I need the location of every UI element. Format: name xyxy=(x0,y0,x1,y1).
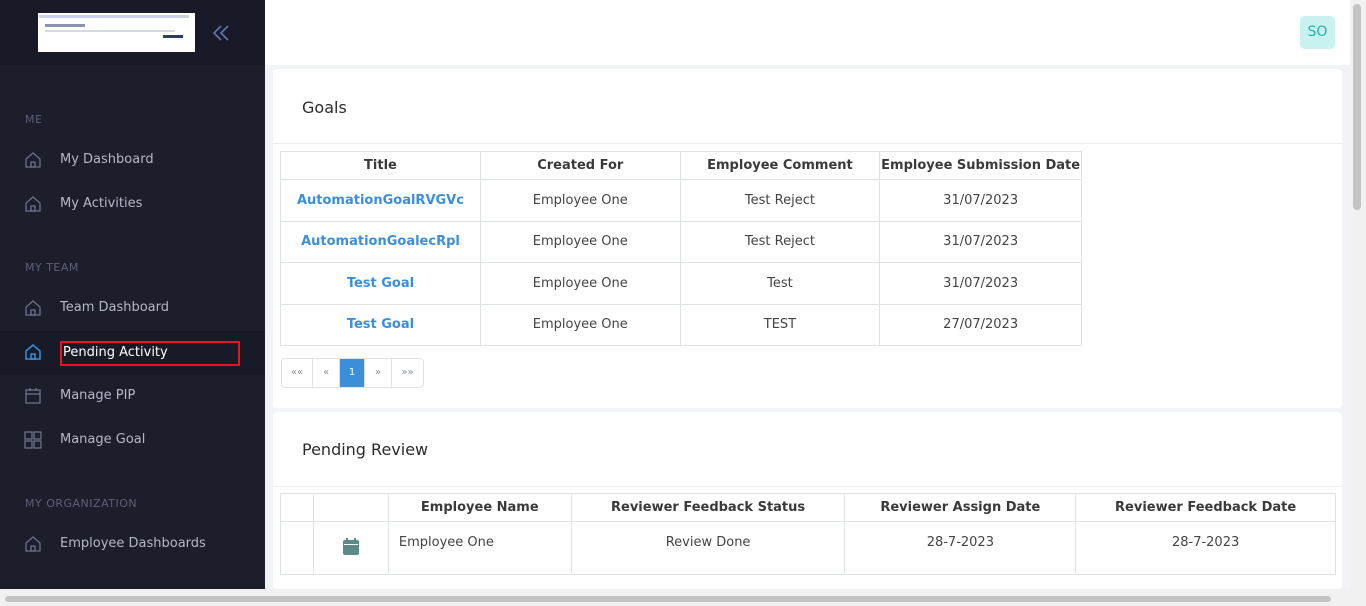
page-1-button[interactable]: 1 xyxy=(340,359,365,387)
table-cell: TEST xyxy=(679,303,881,346)
table-cell: Test Reject xyxy=(679,179,881,222)
highlight-box xyxy=(60,341,240,366)
sidebar-item-label: My Activities xyxy=(60,196,143,211)
table-row: AutomationGoalRVGVc Employee One Test Re… xyxy=(280,179,1082,222)
sidebar-item-pending-activity[interactable]: Pending Activity xyxy=(0,331,265,375)
table-cell: 31/07/2023 xyxy=(879,220,1082,263)
table-cell xyxy=(280,521,314,575)
grid-icon xyxy=(24,431,42,449)
column-header[interactable]: Reviewer Feedback Status xyxy=(570,493,846,522)
table-cell: Employee One xyxy=(479,303,681,346)
sidebar-item-label: Employee Dashboards xyxy=(60,536,206,551)
goal-title-link[interactable]: Test Goal xyxy=(280,303,481,346)
sidebar-item-label: My Dashboard xyxy=(60,152,154,167)
column-header[interactable]: Reviewer Feedback Date xyxy=(1075,493,1336,522)
divider xyxy=(273,143,1342,144)
sidebar-item-employee-dashboards[interactable]: Employee Dashboards xyxy=(0,523,265,567)
column-header[interactable]: Employee Name xyxy=(387,493,572,522)
section-label-my-team: MY TEAM xyxy=(25,261,79,274)
column-header[interactable]: Created For xyxy=(479,151,681,180)
table-cell: Employee One xyxy=(479,220,681,263)
column-header[interactable]: Employee Comment xyxy=(679,151,881,180)
goals-table: Title Created For Employee Comment Emplo… xyxy=(280,151,1082,346)
section-label-me: ME xyxy=(25,113,43,126)
goals-title: Goals xyxy=(302,98,347,117)
horizontal-scrollbar-thumb[interactable] xyxy=(5,596,1331,602)
calendar-icon[interactable] xyxy=(342,538,359,555)
prev-page-button[interactable]: « xyxy=(313,359,340,387)
sidebar-item-label: Manage PIP xyxy=(60,388,136,403)
table-cell: 28-7-2023 xyxy=(844,521,1077,575)
vertical-scrollbar-thumb[interactable] xyxy=(1353,4,1361,210)
pending-review-title: Pending Review xyxy=(302,440,429,459)
table-row: Test Goal Employee One TEST 27/07/2023 xyxy=(280,303,1082,346)
table-cell xyxy=(312,521,389,575)
table-cell: 31/07/2023 xyxy=(879,262,1082,305)
pagination: «« « 1 » »» xyxy=(281,358,424,388)
column-header xyxy=(312,493,389,522)
home-icon xyxy=(25,152,41,168)
goal-title-link[interactable]: AutomationGoalecRpl xyxy=(280,220,481,263)
home-icon xyxy=(25,300,41,316)
home-icon xyxy=(25,196,41,212)
home-icon xyxy=(25,536,41,552)
table-cell: Employee One xyxy=(479,179,681,222)
first-page-button[interactable]: «« xyxy=(282,359,313,387)
table-cell: Employee One xyxy=(387,521,572,575)
table-cell: Review Done xyxy=(570,521,846,575)
goal-title-link[interactable]: AutomationGoalRVGVc xyxy=(280,179,481,222)
table-row: Employee One Review Done 28-7-2023 28-7-… xyxy=(280,521,1336,575)
home-icon xyxy=(25,344,41,360)
top-header: SO xyxy=(265,0,1350,65)
table-row: Test Goal Employee One Test 31/07/2023 xyxy=(280,262,1082,305)
sidebar-item-my-activities[interactable]: My Activities xyxy=(0,183,265,227)
table-cell: Employee One xyxy=(479,262,681,305)
table-cell: Test Reject xyxy=(679,220,881,263)
last-page-button[interactable]: »» xyxy=(392,359,423,387)
column-header[interactable]: Reviewer Assign Date xyxy=(844,493,1077,522)
divider xyxy=(273,486,1342,487)
calendar-icon xyxy=(25,388,41,404)
sidebar-item-label: Team Dashboard xyxy=(60,300,170,315)
column-header[interactable]: Title xyxy=(280,151,481,180)
next-page-button[interactable]: » xyxy=(365,359,392,387)
goal-title-link[interactable]: Test Goal xyxy=(280,262,481,305)
user-avatar[interactable]: SO xyxy=(1300,16,1335,49)
table-cell: 31/07/2023 xyxy=(879,179,1082,222)
chevrons-left-icon[interactable] xyxy=(211,23,231,43)
sidebar-item-label: Manage Goal xyxy=(60,432,146,447)
table-row: AutomationGoalecRpl Employee One Test Re… xyxy=(280,220,1082,263)
sidebar-item-manage-pip[interactable]: Manage PIP xyxy=(0,375,265,419)
company-logo[interactable] xyxy=(25,13,195,52)
table-cell: 27/07/2023 xyxy=(879,303,1082,346)
table-cell: Test xyxy=(679,262,881,305)
section-label-my-organization: MY ORGANIZATION xyxy=(25,497,138,510)
sidebar: ME My Dashboard My Activities MY TEAM Te… xyxy=(0,0,265,589)
sidebar-header xyxy=(0,0,265,65)
sidebar-item-manage-goal[interactable]: Manage Goal xyxy=(0,419,265,463)
sidebar-item-my-dashboard[interactable]: My Dashboard xyxy=(0,139,265,183)
pending-review-table: Employee Name Reviewer Feedback Status R… xyxy=(280,493,1336,575)
table-cell: 28-7-2023 xyxy=(1075,521,1336,575)
column-header[interactable]: Employee Submission Date xyxy=(879,151,1082,180)
column-header xyxy=(280,493,314,522)
sidebar-item-team-dashboard[interactable]: Team Dashboard xyxy=(0,287,265,331)
